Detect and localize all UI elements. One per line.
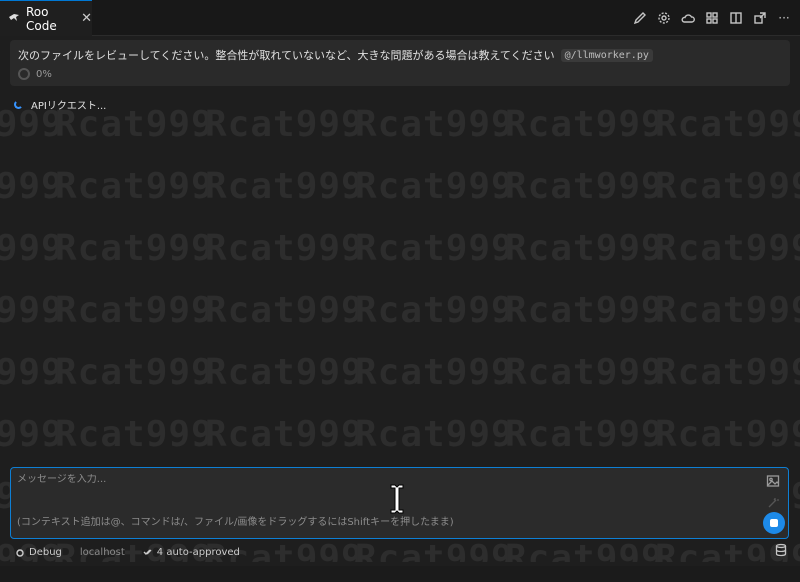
stop-button[interactable] bbox=[763, 512, 785, 534]
add-image-icon[interactable] bbox=[766, 474, 780, 488]
tab-bar: Roo Code ✕ ··· bbox=[0, 0, 800, 36]
watermark-text: Rcat999 bbox=[55, 228, 214, 269]
model-selector[interactable]: localhost bbox=[75, 546, 130, 559]
enhance-prompt-icon[interactable] bbox=[766, 496, 780, 510]
mode-label: Debug bbox=[29, 546, 62, 558]
message-input[interactable] bbox=[17, 474, 757, 485]
close-icon[interactable]: ✕ bbox=[81, 11, 92, 26]
watermark-text: Rcat999 bbox=[505, 352, 664, 393]
watermark-text: Rcat999 bbox=[55, 352, 214, 393]
watermark-row: Rcat999Rcat999Rcat999Rcat999Rcat999Rcat9… bbox=[0, 166, 800, 207]
watermark-text: Rcat999 bbox=[655, 166, 800, 207]
toolbar: ··· bbox=[630, 0, 794, 36]
watermark-row: Rcat999Rcat999Rcat999Rcat999Rcat999Rcat9… bbox=[0, 352, 800, 393]
status-strip bbox=[0, 566, 800, 582]
watermark-text: Rcat999 bbox=[355, 414, 514, 455]
loading-spinner-icon bbox=[14, 100, 23, 109]
watermark-text: Rcat999 bbox=[0, 290, 64, 331]
tab-roo-code[interactable]: Roo Code ✕ bbox=[0, 0, 92, 36]
watermark-text: Rcat999 bbox=[655, 414, 800, 455]
watermark-text: Rcat999 bbox=[655, 104, 800, 145]
bug-icon bbox=[16, 549, 24, 557]
auto-approve-toggle[interactable]: 4 auto-approved bbox=[138, 546, 245, 559]
task-card[interactable]: 次のファイルをレビューしてください。整合性が取れていないなど、大きな問題がある場… bbox=[10, 40, 790, 86]
split-icon[interactable] bbox=[726, 8, 746, 28]
input-hint: (コンテキスト追加は@、コマンドは/、ファイル/画像をドラッグするにはShift… bbox=[17, 517, 454, 528]
task-text-row: 次のファイルをレビューしてください。整合性が取れていないなど、大きな問題がある場… bbox=[18, 47, 782, 63]
edit-icon[interactable] bbox=[630, 8, 650, 28]
watermark-text: Rcat999 bbox=[0, 352, 64, 393]
watermark-text: Rcat999 bbox=[205, 352, 364, 393]
watermark-text: Rcat999 bbox=[655, 352, 800, 393]
watermark-text: Rcat999 bbox=[355, 104, 514, 145]
watermark-text: Rcat999 bbox=[55, 414, 214, 455]
mode-selector[interactable]: Debug bbox=[10, 546, 67, 559]
file-mention[interactable]: @/llmworker.py bbox=[560, 48, 653, 62]
watermark-text: Rcat999 bbox=[655, 228, 800, 269]
api-request-status: APIリクエスト... bbox=[14, 97, 106, 112]
watermark-text: Rcat999 bbox=[505, 414, 664, 455]
settings-icon[interactable] bbox=[654, 8, 674, 28]
watermark-text: Rcat999 bbox=[0, 414, 64, 455]
watermark-row: Rcat999Rcat999Rcat999Rcat999Rcat999Rcat9… bbox=[0, 290, 800, 331]
watermark-text: Rcat999 bbox=[355, 228, 514, 269]
progress-value: 0% bbox=[36, 68, 52, 80]
watermark-text: Rcat999 bbox=[355, 290, 514, 331]
task-text: 次のファイルをレビューしてください。整合性が取れていないなど、大きな問題がある場… bbox=[18, 49, 555, 62]
auto-approved-label: 4 auto-approved bbox=[156, 546, 240, 558]
text-cursor-icon bbox=[390, 484, 404, 514]
watermark-text: Rcat999 bbox=[55, 166, 214, 207]
model-label: localhost bbox=[79, 546, 125, 558]
api-request-label: APIリクエスト... bbox=[31, 101, 107, 112]
watermark-text: Rcat999 bbox=[0, 166, 64, 207]
popout-icon[interactable] bbox=[750, 8, 770, 28]
marketplace-icon[interactable] bbox=[702, 8, 722, 28]
watermark-text: Rcat999 bbox=[355, 352, 514, 393]
watermark-text: Rcat999 bbox=[505, 228, 664, 269]
roo-logo-icon bbox=[8, 11, 20, 26]
progress-ring-icon bbox=[18, 68, 30, 80]
watermark-text: Rcat999 bbox=[205, 228, 364, 269]
watermark-text: Rcat999 bbox=[505, 290, 664, 331]
watermark-text: Rcat999 bbox=[205, 414, 364, 455]
watermark-row: Rcat999Rcat999Rcat999Rcat999Rcat999Rcat9… bbox=[0, 104, 800, 145]
task-progress: 0% bbox=[18, 68, 782, 80]
watermark-row: Rcat999Rcat999Rcat999Rcat999Rcat999Rcat9… bbox=[0, 228, 800, 269]
watermark-text: Rcat999 bbox=[505, 104, 664, 145]
watermark-row: Rcat999Rcat999Rcat999Rcat999Rcat999Rcat9… bbox=[0, 414, 800, 455]
watermark-text: Rcat999 bbox=[205, 290, 364, 331]
watermark-text: Rcat999 bbox=[55, 290, 214, 331]
watermark-text: Rcat999 bbox=[205, 104, 364, 145]
watermark-text: Rcat999 bbox=[0, 228, 64, 269]
watermark-text: Rcat999 bbox=[355, 166, 514, 207]
watermark-text: Rcat999 bbox=[505, 166, 664, 207]
history-icon[interactable] bbox=[774, 543, 790, 559]
double-check-icon bbox=[143, 549, 152, 555]
cloud-icon[interactable] bbox=[678, 8, 698, 28]
watermark-text: Rcat999 bbox=[205, 166, 364, 207]
bottom-bar: Debug localhost 4 auto-approved bbox=[10, 543, 790, 561]
tab-title: Roo Code bbox=[26, 4, 57, 33]
more-icon[interactable]: ··· bbox=[774, 8, 794, 28]
stop-icon bbox=[770, 519, 778, 527]
watermark-text: Rcat999 bbox=[655, 290, 800, 331]
